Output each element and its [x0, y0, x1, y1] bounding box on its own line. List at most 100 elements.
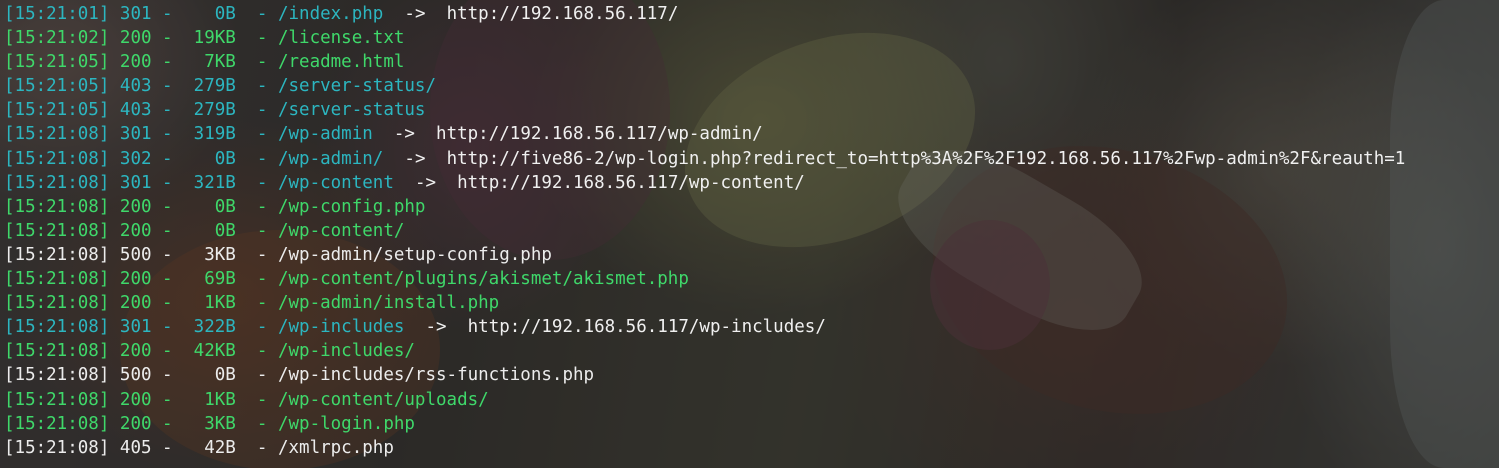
- log-response-size: 279B: [183, 100, 236, 121]
- separator: [425, 4, 446, 24]
- log-status-code: 500: [119, 365, 152, 386]
- log-line: [15:21:08] 302 - 0B - /wp-admin/ -> http…: [4, 147, 1499, 171]
- separator: -: [151, 124, 184, 145]
- log-response-size: 3KB: [183, 244, 236, 265]
- separator: [109, 76, 120, 96]
- separator: -: [235, 269, 278, 290]
- redirect-target: http://192.168.56.117/wp-includes/: [467, 317, 826, 338]
- log-timestamp: [15:21:08]: [4, 244, 110, 265]
- log-path: /wp-includes/rss-functions.php: [277, 365, 595, 386]
- separator: -: [151, 413, 184, 434]
- log-path: /server-status: [277, 100, 426, 121]
- log-response-size: 1KB: [183, 293, 236, 314]
- log-path: /wp-config.php: [277, 196, 426, 217]
- separator: -: [151, 389, 184, 410]
- log-response-size: 19KB: [183, 28, 236, 49]
- separator: -: [235, 4, 278, 24]
- separator: -: [235, 220, 278, 241]
- separator: -: [235, 437, 278, 458]
- separator: -: [151, 148, 184, 169]
- log-line: [15:21:08] 200 - 1KB - /wp-admin/install…: [4, 291, 1499, 315]
- separator: -: [151, 269, 184, 290]
- log-timestamp: [15:21:05]: [4, 52, 110, 73]
- log-path: /xmlrpc.php: [277, 437, 394, 458]
- log-response-size: 42B: [183, 437, 236, 458]
- log-path: /wp-admin: [277, 124, 373, 145]
- redirect-target: http://192.168.56.117/wp-content/: [457, 172, 805, 193]
- separator: [109, 390, 120, 410]
- separator: -: [235, 52, 278, 73]
- log-line: [15:21:08] 200 - 69B - /wp-content/plugi…: [4, 267, 1499, 291]
- separator: [415, 124, 436, 144]
- log-timestamp: [15:21:08]: [4, 389, 110, 410]
- separator: [109, 197, 120, 217]
- log-line: [15:21:02] 200 - 19KB - /license.txt: [4, 26, 1499, 50]
- separator: [109, 149, 120, 169]
- separator: [425, 149, 446, 169]
- separator: -: [151, 293, 184, 314]
- separator: -: [235, 293, 278, 314]
- log-line: [15:21:05] 200 - 7KB - /readme.html: [4, 50, 1499, 74]
- log-timestamp: [15:21:08]: [4, 437, 110, 458]
- separator: [373, 124, 394, 144]
- separator: -: [151, 317, 184, 338]
- log-status-code: 301: [119, 317, 152, 338]
- log-response-size: 321B: [183, 172, 236, 193]
- log-line: [15:21:08] 500 - 3KB - /wp-admin/setup-c…: [4, 243, 1499, 267]
- separator: [394, 173, 415, 193]
- redirect-arrow: ->: [404, 148, 426, 169]
- log-timestamp: [15:21:08]: [4, 293, 110, 314]
- separator: -: [151, 341, 184, 362]
- log-path: /wp-content/: [277, 220, 405, 241]
- separator: -: [235, 413, 278, 434]
- separator: -: [235, 76, 278, 97]
- separator: [109, 317, 120, 337]
- separator: -: [235, 244, 278, 265]
- separator: [109, 124, 120, 144]
- log-timestamp: [15:21:08]: [4, 148, 110, 169]
- log-response-size: 319B: [183, 124, 236, 145]
- log-timestamp: [15:21:08]: [4, 124, 110, 145]
- separator: -: [151, 244, 184, 265]
- terminal-output[interactable]: [15:21:01] 301 - 0B - /index.php -> http…: [0, 0, 1499, 468]
- log-response-size: 0B: [183, 4, 236, 24]
- separator: [404, 317, 425, 337]
- separator: -: [151, 196, 184, 217]
- separator: [109, 52, 120, 72]
- log-path: /wp-admin/setup-config.php: [277, 244, 552, 265]
- log-line: [15:21:08] 200 - 3KB - /wp-login.php: [4, 412, 1499, 436]
- log-line: [15:21:08] 301 - 322B - /wp-includes -> …: [4, 315, 1499, 339]
- separator: -: [151, 28, 184, 49]
- log-status-code: 301: [119, 4, 152, 24]
- log-response-size: 69B: [183, 269, 236, 290]
- separator: [109, 438, 120, 458]
- redirect-arrow: ->: [425, 317, 447, 338]
- log-response-size: 0B: [183, 148, 236, 169]
- separator: [447, 317, 468, 337]
- separator: [109, 269, 120, 289]
- log-line: [15:21:08] 200 - 0B - /wp-content/: [4, 219, 1499, 243]
- log-status-code: 200: [119, 52, 152, 73]
- separator: -: [235, 317, 278, 338]
- log-timestamp: [15:21:08]: [4, 196, 110, 217]
- separator: -: [235, 365, 278, 386]
- log-path: /wp-admin/install.php: [277, 293, 500, 314]
- separator: -: [151, 4, 184, 24]
- log-response-size: 322B: [183, 317, 236, 338]
- log-timestamp: [15:21:05]: [4, 76, 110, 97]
- log-timestamp: [15:21:05]: [4, 100, 110, 121]
- log-status-code: 200: [119, 269, 152, 290]
- log-line: [15:21:05] 403 - 279B - /server-status/: [4, 74, 1499, 98]
- log-line: [15:21:05] 403 - 279B - /server-status: [4, 98, 1499, 122]
- log-path: /readme.html: [277, 52, 405, 73]
- separator: [109, 365, 120, 385]
- log-status-code: 200: [119, 28, 152, 49]
- log-response-size: 0B: [183, 196, 236, 217]
- log-response-size: 0B: [183, 365, 236, 386]
- separator: -: [235, 148, 278, 169]
- log-status-code: 301: [119, 124, 152, 145]
- log-status-code: 302: [119, 148, 152, 169]
- log-path: /wp-includes/: [277, 341, 415, 362]
- log-path: /wp-includes: [277, 317, 405, 338]
- redirect-target: http://five86-2/wp-login.php?redirect_to…: [446, 148, 1406, 169]
